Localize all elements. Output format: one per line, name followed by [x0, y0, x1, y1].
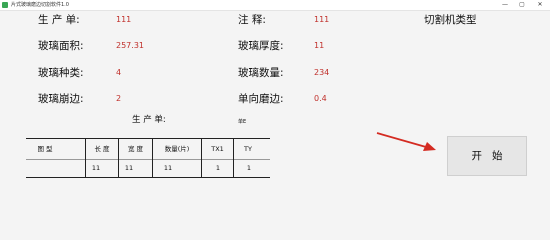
window-titlebar: 片式玻璃磨边切割软件1.0 — ▢ ✕ [0, 0, 550, 11]
area-label: 玻璃面积: [38, 40, 84, 52]
note-value: 111 [314, 15, 330, 24]
edge-chip-value: 2 [116, 94, 122, 103]
app-icon [2, 2, 8, 8]
table-header-tx1: TX1 [211, 145, 224, 153]
maximize-button[interactable]: ▢ [514, 0, 530, 10]
close-button[interactable]: ✕ [532, 0, 548, 10]
table-header-ty: TY [244, 145, 252, 153]
table-cell-tx1[interactable]: 1 [202, 160, 234, 176]
minimize-button[interactable]: — [497, 0, 513, 10]
area-value: 257.31 [116, 41, 144, 50]
table-cell-ty[interactable]: 1 [234, 160, 264, 176]
count-value: 234 [314, 68, 330, 77]
machine-type-title: 切割机类型 [424, 14, 477, 26]
glass-type-value: 4 [116, 68, 122, 77]
table-cell-shape[interactable] [26, 160, 85, 176]
note-label: 注 释: [238, 14, 266, 26]
parts-table[interactable]: 图 型 长 度 宽 度 数量(片) TX1 TY 11 11 11 1 1 [26, 138, 270, 178]
table-cell-width[interactable]: 11 [119, 160, 139, 176]
order-no-value: 111 [116, 15, 132, 24]
sub-order-label: 生 产 单: [132, 115, 166, 125]
thickness-value: 11 [314, 41, 325, 50]
table-header-quantity: 数量(片) [164, 145, 190, 153]
start-button[interactable]: 开始 [447, 136, 527, 176]
glass-type-label: 玻璃种类: [38, 67, 84, 79]
table-cell-quantity[interactable]: 11 [153, 160, 183, 176]
table-cell-length[interactable]: 11 [86, 160, 106, 176]
sub-order-value: 单E [238, 119, 247, 125]
count-label: 玻璃数量: [238, 67, 284, 79]
order-no-label: 生 产 单: [38, 14, 80, 26]
table-header-width: 宽 度 [127, 145, 144, 153]
single-grind-label: 单向磨边: [238, 93, 284, 105]
window-title: 片式玻璃磨边切割软件1.0 [11, 2, 69, 8]
table-header-length: 长 度 [94, 145, 110, 153]
edge-chip-label: 玻璃崩边: [38, 93, 84, 105]
single-grind-value: 0.4 [314, 94, 327, 103]
table-header-shape: 图 型 [37, 145, 53, 153]
thickness-label: 玻璃厚度: [238, 40, 284, 52]
